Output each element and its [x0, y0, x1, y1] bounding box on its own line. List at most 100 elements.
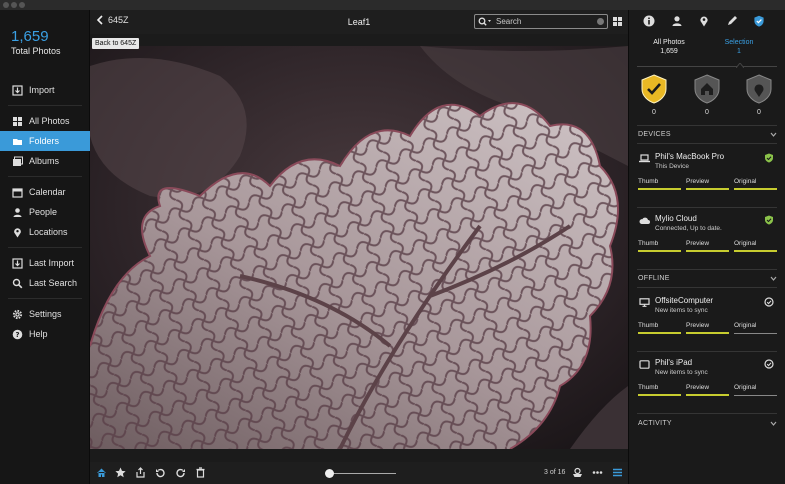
- trash-icon[interactable]: [195, 467, 206, 478]
- folder-icon: [12, 136, 23, 147]
- sidebar-item-albums[interactable]: Albums: [0, 151, 90, 171]
- sidebar: 1,659 Total Photos Import All Photos Fol…: [0, 10, 90, 484]
- sidebar-item-label: Help: [29, 329, 48, 339]
- divider: [637, 143, 777, 144]
- divider: [637, 269, 777, 270]
- albums-icon: [12, 156, 23, 167]
- location-icon[interactable]: [698, 15, 710, 27]
- sync-columns: Thumb Preview Original: [638, 240, 777, 252]
- leaf-photo: [90, 46, 628, 449]
- section-offline[interactable]: OFFLINE: [638, 275, 670, 282]
- sidebar-item-label: Folders: [29, 136, 60, 146]
- original-column: Original: [734, 240, 777, 252]
- import-icon: [12, 84, 23, 96]
- sidebar-item-locations[interactable]: Locations: [0, 222, 90, 242]
- search-box[interactable]: [474, 14, 608, 29]
- tab-label: All Photos: [653, 39, 685, 46]
- photo-viewer[interactable]: [90, 46, 628, 449]
- shield-icon[interactable]: [753, 15, 765, 27]
- device-status-text: Connected, Up to date.: [655, 225, 722, 232]
- list-view-icon[interactable]: [612, 467, 623, 478]
- laptop-icon: [639, 154, 650, 163]
- pending-sync-icon: [764, 297, 774, 307]
- device-status-text: New items to sync: [655, 369, 708, 376]
- monitor-icon: [639, 298, 650, 307]
- chevron-down-icon[interactable]: [770, 131, 777, 138]
- grid-view-icon[interactable]: [613, 17, 622, 26]
- sidebar-item-import[interactable]: Import: [0, 80, 90, 100]
- sidebar-item-people[interactable]: People: [0, 202, 90, 222]
- edit-icon[interactable]: [726, 15, 738, 27]
- person-icon[interactable]: [671, 15, 683, 27]
- close-window-button[interactable]: [3, 2, 9, 8]
- minimize-window-button[interactable]: [11, 2, 17, 8]
- device-mylio-cloud[interactable]: Mylio Cloud Connected, Up to date. Thumb…: [629, 214, 785, 274]
- zoom-slider-track[interactable]: [326, 473, 396, 474]
- divider: [8, 105, 82, 106]
- sidebar-item-last-import[interactable]: Last Import: [0, 253, 90, 273]
- sidebar-item-last-search[interactable]: Last Search: [0, 273, 90, 293]
- more-icon[interactable]: [592, 467, 603, 478]
- chevron-down-icon[interactable]: [770, 420, 777, 427]
- tab-count: 1: [737, 48, 741, 55]
- search-icon: [478, 17, 491, 26]
- gear-icon: [12, 309, 23, 320]
- device-offsite-computer[interactable]: OffsiteComputer New items to sync Thumb …: [629, 296, 785, 356]
- tab-count: 1,659: [660, 48, 678, 55]
- sidebar-item-label: Import: [29, 85, 55, 95]
- rotate-right-icon[interactable]: [175, 467, 186, 478]
- sync-icon[interactable]: [572, 467, 583, 478]
- rotate-left-icon[interactable]: [155, 467, 166, 478]
- pin-icon: [12, 227, 23, 238]
- sidebar-item-all-photos[interactable]: All Photos: [0, 111, 90, 131]
- sidebar-item-label: Locations: [29, 227, 68, 237]
- share-icon[interactable]: [135, 467, 146, 478]
- zoom-slider-handle[interactable]: [325, 469, 334, 478]
- divider: [8, 298, 82, 299]
- sidebar-item-settings[interactable]: Settings: [0, 304, 90, 324]
- protected-count: 0: [652, 109, 656, 116]
- panel-toolbar: [629, 10, 785, 32]
- star-icon[interactable]: [115, 467, 126, 478]
- tab-all-photos[interactable]: All Photos 1,659: [634, 38, 704, 56]
- import-icon: [12, 257, 23, 269]
- home-icon[interactable]: [96, 467, 107, 478]
- device-macbook[interactable]: Phil's MacBook Pro This Device Thumb Pre…: [629, 152, 785, 212]
- device-name: OffsiteComputer: [655, 296, 714, 305]
- divider: [637, 413, 777, 414]
- location-shield-icon[interactable]: [745, 74, 773, 104]
- device-name: Phil's MacBook Pro: [655, 152, 725, 161]
- divider: [637, 207, 777, 208]
- sidebar-item-folders[interactable]: Folders: [0, 131, 90, 151]
- clear-search-icon[interactable]: [597, 18, 604, 25]
- sidebar-item-calendar[interactable]: Calendar: [0, 182, 90, 202]
- sidebar-item-help[interactable]: ? Help: [0, 324, 90, 344]
- info-icon[interactable]: [643, 15, 655, 27]
- sidebar-item-label: People: [29, 207, 58, 217]
- search-input[interactable]: [496, 17, 586, 26]
- status-ok-icon: [765, 215, 773, 225]
- chevron-down-icon[interactable]: [770, 275, 777, 282]
- svg-text:?: ?: [15, 331, 19, 339]
- sidebar-item-label: Calendar: [29, 187, 66, 197]
- device-name: Mylio Cloud: [655, 214, 697, 223]
- viewer-toolbar: 3 of 16: [90, 462, 628, 484]
- sync-columns: Thumb Preview Original: [638, 322, 777, 334]
- help-icon: ?: [12, 329, 23, 340]
- zoom-window-button[interactable]: [19, 2, 25, 8]
- section-activity[interactable]: ACTIVITY: [638, 420, 672, 427]
- photo-counter: 3 of 16: [544, 469, 566, 476]
- panel-tabs: All Photos 1,659 Selection 1: [629, 38, 785, 64]
- device-ipad[interactable]: Phil's iPad New items to sync Thumb Prev…: [629, 358, 785, 418]
- sync-columns: Thumb Preview Original: [638, 178, 777, 190]
- grid-icon: [12, 116, 23, 127]
- sidebar-item-label: Last Import: [29, 258, 75, 268]
- window-titlebar: [0, 0, 785, 10]
- protected-shield-icon[interactable]: [640, 74, 668, 104]
- tab-selection[interactable]: Selection 1: [704, 38, 774, 56]
- home-shield-icon[interactable]: [693, 74, 721, 104]
- calendar-icon: [12, 187, 23, 198]
- sidebar-item-label: Settings: [29, 309, 62, 319]
- divider: [8, 247, 82, 248]
- section-devices[interactable]: DEVICES: [638, 131, 671, 138]
